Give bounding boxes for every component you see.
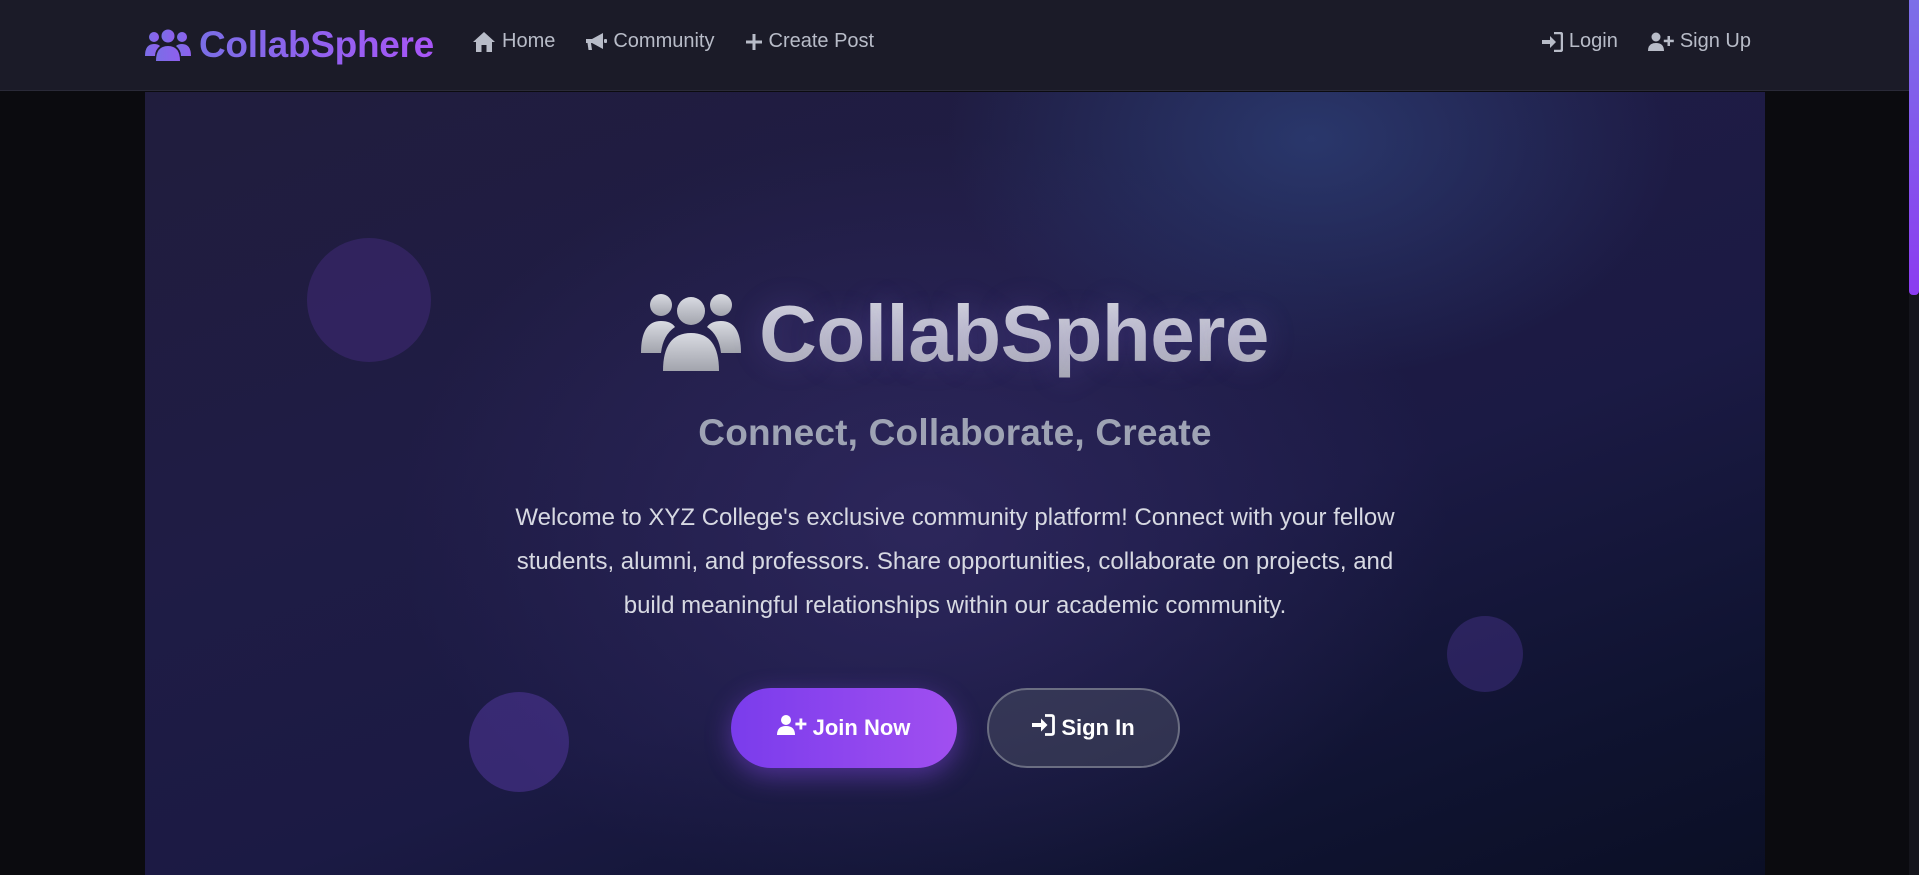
top-navbar: CollabSphere Home Community Create Post	[0, 0, 1919, 91]
join-now-label: Join Now	[812, 715, 911, 740]
nav-signup[interactable]: Sign Up	[1647, 30, 1751, 53]
brand-name: CollabSphere	[199, 24, 434, 65]
user-plus-icon	[776, 714, 807, 742]
megaphone-icon	[585, 32, 608, 52]
nav-home[interactable]: Home	[472, 30, 555, 53]
nav-create-post-label: Create Post	[768, 30, 875, 52]
scrollbar-thumb[interactable]	[1909, 0, 1919, 295]
decorative-bubble	[1447, 616, 1523, 692]
nav-create-post[interactable]: Create Post	[745, 30, 875, 53]
primary-nav: Home Community Create Post	[472, 30, 874, 53]
hero-section: CollabSphere Connect, Collaborate, Creat…	[145, 92, 1765, 875]
sign-in-icon	[1031, 714, 1056, 742]
sign-in-button[interactable]: Sign In	[986, 688, 1180, 768]
hero-subtitle: Connect, Collaborate, Create	[698, 412, 1212, 453]
nav-community[interactable]: Community	[585, 30, 715, 53]
nav-signup-label: Sign Up	[1679, 30, 1751, 52]
hero-title: CollabSphere	[145, 288, 1765, 380]
hero-description: Welcome to XYZ College's exclusive commu…	[515, 504, 1395, 619]
users-icon	[641, 291, 742, 378]
nav-login[interactable]: Login	[1541, 30, 1618, 53]
scrollbar[interactable]	[1909, 0, 1919, 875]
sign-in-label: Sign In	[1061, 715, 1135, 740]
user-plus-icon	[1647, 32, 1674, 52]
nav-login-label: Login	[1568, 30, 1618, 52]
sign-in-icon	[1541, 31, 1563, 52]
auth-nav: Login Sign Up	[1541, 30, 1751, 53]
hero-actions: Join Now Sign In	[145, 688, 1765, 768]
nav-home-label: Home	[502, 30, 556, 52]
nav-community-label: Community	[613, 30, 715, 52]
home-icon	[472, 31, 496, 53]
plus-icon	[745, 33, 763, 51]
brand-logo-link[interactable]: CollabSphere	[145, 22, 434, 68]
join-now-button[interactable]: Join Now	[730, 688, 957, 768]
users-icon	[145, 27, 191, 63]
hero-title-text: CollabSphere	[759, 289, 1269, 378]
